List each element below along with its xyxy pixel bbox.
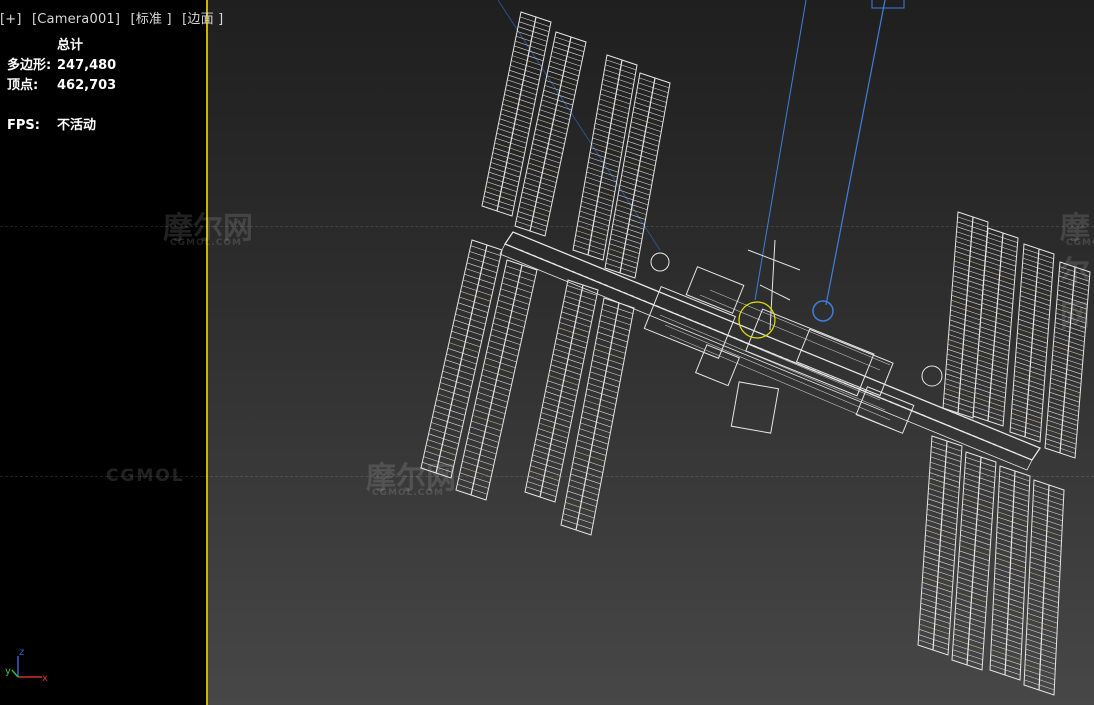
- camera-line: [754, 0, 807, 301]
- axis-y-label: y: [5, 666, 11, 677]
- solar-mast: [957, 216, 974, 414]
- solar-mast: [966, 456, 982, 666]
- camera-target-icon[interactable]: [812, 300, 834, 322]
- solar-mast: [539, 284, 584, 498]
- solar-mast: [1024, 248, 1040, 438]
- solar-arrays: [420, 11, 1091, 696]
- solar-mast: [987, 232, 1004, 422]
- axis-x-label: x: [42, 673, 48, 684]
- solar-mast: [435, 244, 488, 474]
- solar-mast: [575, 302, 620, 531]
- camera-line: [497, 0, 661, 251]
- iss-wireframe-model[interactable]: x z y: [0, 0, 1094, 705]
- solar-mast: [1038, 484, 1050, 691]
- solar-mast: [1004, 470, 1016, 676]
- axis-z-label: z: [19, 647, 24, 658]
- solar-mast: [496, 16, 537, 212]
- camera-target-line: [825, 0, 886, 306]
- axis-tripod: x z y: [5, 647, 48, 684]
- solar-mast: [932, 440, 948, 651]
- camera-icon[interactable]: [871, 0, 905, 9]
- solar-mast: [1059, 266, 1076, 454]
- solar-mast: [470, 264, 523, 496]
- solar-mast: [529, 36, 572, 232]
